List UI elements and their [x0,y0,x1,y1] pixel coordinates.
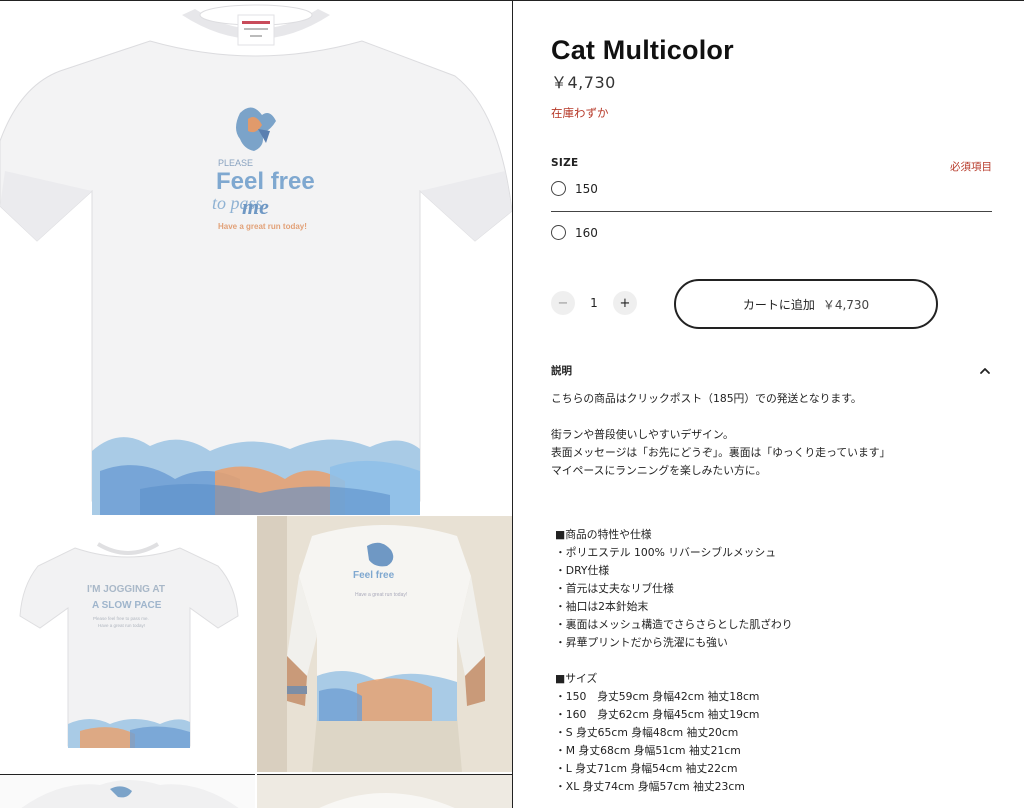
back-print-text: Please feel free to pass me. [93,616,149,621]
back-print-text: A SLOW PACE [92,600,162,611]
description-toggle[interactable]: 説明 [551,363,992,378]
product-title: Cat Multicolor [551,35,734,65]
front-print-text: me [242,194,269,219]
front-print-text: Have a great run today! [218,222,307,231]
description-line: 表面メッセージは「お先にどうぞ」。裏面は「ゆっくり走っています」 [551,446,891,459]
size-table-line: ・XL 身丈74cm 身幅57cm 袖丈23cm [555,780,745,793]
size-table-line: ・S 身丈65cm 身幅48cm 袖丈20cm [555,726,739,739]
increase-quantity-button[interactable]: + [613,291,637,315]
product-image-thumb-4[interactable] [0,774,255,808]
svg-text:Have a great run today!: Have a great run today! [355,592,407,598]
stock-status: 在庫わずか [551,106,609,120]
front-print-text: PLEASE [218,158,253,168]
size-option-label: 150 [575,181,598,196]
chevron-up-icon[interactable] [978,364,992,378]
product-details: Cat Multicolor ￥4,730 在庫わずか SIZE 必須項目 15… [513,0,1024,808]
product-price: ￥4,730 [551,73,616,92]
spec-line: ・袖口は2本針始末 [555,600,649,613]
size-table-line: ・160 身丈62cm 身幅45cm 袖丈19cm [555,708,760,721]
spec-line: ・首元は丈夫なリブ仕様 [555,582,674,595]
quantity-value[interactable]: 1 [585,296,603,310]
description-line: マイペースにランニングを楽しみたい方に。 [551,464,767,477]
decrease-quantity-button[interactable]: − [551,291,575,315]
size-label: SIZE [551,157,579,169]
back-print-text: I'M JOGGING AT [87,584,165,595]
radio-button[interactable] [551,225,566,240]
description-body: こちらの商品はクリックポスト（185円）での発送となります。 街ランや普段使いし… [551,390,1004,796]
size-divider [551,211,992,212]
description-heading: 説明 [551,365,572,377]
description-line: 街ランや普段使いしやすいデザイン。 [551,428,734,441]
product-image-front[interactable]: PLEASE Feel free to pass me Have a great… [0,0,512,515]
size-table-heading: ■サイズ [555,672,598,685]
back-print-text: Have a great run today! [98,623,145,628]
description-line: こちらの商品はクリックポスト（185円）での発送となります。 [551,392,862,405]
required-note: 必須項目 [950,161,992,173]
front-print-splash [92,437,420,515]
spec-line: ・昇華プリントだから洗濯にも強い [555,636,728,649]
front-print-text: Feel free [216,168,315,195]
add-to-cart-button[interactable]: カートに追加 ￥4,730 [674,279,938,329]
size-table-line: ・L 身丈71cm 身幅54cm 袖丈22cm [555,762,738,775]
size-table-line: ・150 身丈59cm 身幅42cm 袖丈18cm [555,690,760,703]
add-to-cart-label: カートに追加 [742,297,815,312]
product-gallery: PLEASE Feel free to pass me Have a great… [0,0,513,808]
size-option-160[interactable]: 160 [551,225,598,240]
product-image-thumb-5[interactable] [257,774,512,808]
spec-line: ・DRY仕様 [555,564,610,577]
product-image-back[interactable]: I'M JOGGING AT A SLOW PACE Please feel f… [0,516,255,772]
quantity-stepper: − 1 + [551,291,637,315]
size-table-line: ・M 身丈68cm 身幅51cm 袖丈21cm [555,744,741,757]
size-option-label: 160 [575,225,598,240]
product-image-worn[interactable]: Feel free Have a great run today! [257,516,512,772]
size-option-150[interactable]: 150 [551,181,598,196]
spec-line: ・ポリエステル 100% リバーシブルメッシュ [555,546,777,559]
spec-line: ・裏面はメッシュ構造でさらさらとした肌ざわり [555,618,793,631]
add-to-cart-price: ￥4,730 [822,297,870,312]
radio-button[interactable] [551,181,566,196]
svg-text:Feel free: Feel free [353,570,395,581]
spec-heading: ■商品の特性や仕様 [555,528,652,541]
